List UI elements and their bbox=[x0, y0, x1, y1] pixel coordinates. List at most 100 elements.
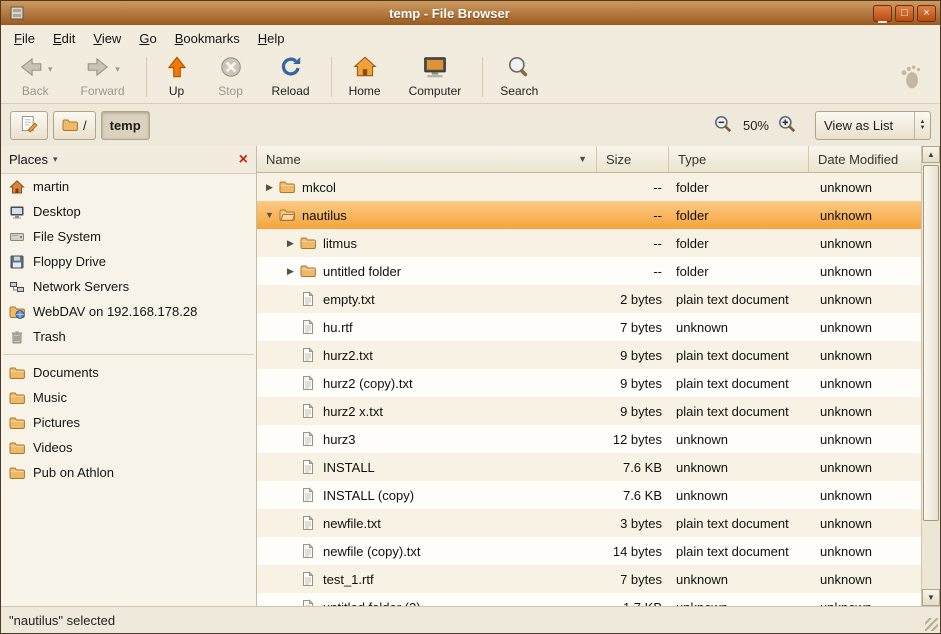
scroll-down-icon[interactable]: ▼ bbox=[922, 589, 940, 606]
menu-item-go[interactable]: Go bbox=[130, 27, 165, 50]
sidebar-item-floppy-drive[interactable]: Floppy Drive bbox=[1, 249, 256, 274]
file-row-nautilus[interactable]: ▼nautilus--folderunknown bbox=[257, 201, 921, 229]
column-header-type[interactable]: Type bbox=[669, 146, 809, 173]
file-row-hurz2-x-txt[interactable]: hurz2 x.txt9 bytesplain text documentunk… bbox=[257, 397, 921, 425]
file-row-newfile-txt[interactable]: newfile.txt3 bytesplain text documentunk… bbox=[257, 509, 921, 537]
forward-dropdown-icon[interactable]: ▾ bbox=[115, 64, 120, 75]
file-row-untitled-folder-2[interactable]: untitled folder (2)1.7 KBunknownunknown bbox=[257, 593, 921, 606]
file-row-empty-txt[interactable]: empty.txt2 bytesplain text documentunkno… bbox=[257, 285, 921, 313]
sidebar-item-videos[interactable]: Videos bbox=[1, 435, 256, 460]
modified-cell: unknown bbox=[809, 537, 921, 565]
expander-icon[interactable]: ▶ bbox=[282, 266, 299, 277]
type-cell: folder bbox=[669, 173, 809, 201]
column-header-label: Name bbox=[266, 152, 301, 167]
reload-button[interactable]: Reload bbox=[263, 54, 319, 100]
column-header-name[interactable]: Name▼ bbox=[257, 146, 597, 173]
file-row-newfile-copy-txt[interactable]: newfile (copy).txt14 bytesplain text doc… bbox=[257, 537, 921, 565]
places-caret-icon[interactable]: ▾ bbox=[53, 154, 58, 165]
menu-item-help[interactable]: Help bbox=[249, 27, 294, 50]
view-mode-select[interactable]: View as List ▲▼ bbox=[815, 111, 931, 140]
sidebar-item-trash[interactable]: Trash bbox=[1, 324, 256, 349]
path-button-root[interactable]: / bbox=[53, 111, 96, 140]
zoom-out-icon[interactable] bbox=[713, 114, 735, 136]
home-button[interactable]: Home bbox=[340, 54, 390, 100]
type-cell: plain text document bbox=[669, 537, 809, 565]
search-button[interactable]: Search bbox=[491, 54, 547, 100]
sidebar-item-documents[interactable]: Documents bbox=[1, 360, 256, 385]
trash-icon bbox=[9, 329, 25, 345]
path-button-temp[interactable]: temp bbox=[101, 111, 150, 140]
type-cell: unknown bbox=[669, 593, 809, 606]
folder-icon bbox=[62, 117, 78, 133]
resize-grip[interactable] bbox=[925, 618, 938, 631]
expander-icon[interactable]: ▶ bbox=[261, 182, 278, 193]
sidebar-item-pub-on-athlon[interactable]: Pub on Athlon bbox=[1, 460, 256, 485]
edit-location-button[interactable] bbox=[10, 111, 48, 140]
file-list: Name▼SizeTypeDate Modified ▶mkcol--folde… bbox=[257, 146, 940, 606]
size-cell: 9 bytes bbox=[597, 397, 669, 425]
folder-open-icon bbox=[279, 207, 295, 223]
sidebar-item-file-system[interactable]: File System bbox=[1, 224, 256, 249]
maximize-button[interactable]: □ bbox=[895, 5, 914, 22]
file-row-hu-rtf[interactable]: hu.rtf7 bytesunknownunknown bbox=[257, 313, 921, 341]
view-mode-stepper-icon[interactable]: ▲▼ bbox=[914, 112, 930, 139]
back-dropdown-icon[interactable]: ▾ bbox=[48, 64, 53, 75]
computer-button[interactable]: Computer bbox=[400, 54, 471, 100]
file-name: mkcol bbox=[302, 180, 336, 195]
menu-item-view[interactable]: View bbox=[84, 27, 130, 50]
file-row-test-1-rtf[interactable]: test_1.rtf7 bytesunknownunknown bbox=[257, 565, 921, 593]
expander-icon[interactable]: ▼ bbox=[261, 210, 278, 220]
sidebar-item-pictures[interactable]: Pictures bbox=[1, 410, 256, 435]
column-header-size[interactable]: Size bbox=[597, 146, 669, 173]
sidebar-item-label: File System bbox=[33, 229, 101, 244]
vertical-scrollbar[interactable]: ▲ ▼ bbox=[921, 146, 940, 606]
back-button[interactable]: ▾ Back bbox=[9, 54, 62, 100]
sidebar-item-music[interactable]: Music bbox=[1, 385, 256, 410]
file-row-hurz3[interactable]: hurz312 bytesunknownunknown bbox=[257, 425, 921, 453]
path-root-label: / bbox=[83, 118, 87, 133]
type-cell: plain text document bbox=[669, 397, 809, 425]
file-row-hurz2-txt[interactable]: hurz2.txt9 bytesplain text documentunkno… bbox=[257, 341, 921, 369]
forward-button[interactable]: ▾ Forward bbox=[72, 54, 134, 100]
stop-button[interactable]: Stop bbox=[209, 54, 253, 100]
file-name: nautilus bbox=[302, 208, 347, 223]
sidebar-item-martin[interactable]: martin bbox=[1, 174, 256, 199]
sidebar-item-desktop[interactable]: Desktop bbox=[1, 199, 256, 224]
titlebar[interactable]: temp - File Browser ▁ □ × bbox=[1, 1, 940, 25]
file-row-install-copy[interactable]: INSTALL (copy)7.6 KBunknownunknown bbox=[257, 481, 921, 509]
file-row-untitled-folder[interactable]: ▶untitled folder--folderunknown bbox=[257, 257, 921, 285]
sidebar-item-network-servers[interactable]: Network Servers bbox=[1, 274, 256, 299]
name-cell: hu.rtf bbox=[257, 313, 597, 341]
expander-icon[interactable]: ▶ bbox=[282, 238, 299, 249]
menu-item-file[interactable]: File bbox=[5, 27, 44, 50]
file-icon bbox=[300, 599, 316, 606]
up-button[interactable]: Up bbox=[155, 54, 199, 100]
file-icon bbox=[300, 319, 316, 335]
type-cell: folder bbox=[669, 257, 809, 285]
places-title[interactable]: Places bbox=[9, 152, 48, 167]
status-bar: "nautilus" selected bbox=[1, 606, 940, 633]
file-row-hurz2-copy-txt[interactable]: hurz2 (copy).txt9 bytesplain text docume… bbox=[257, 369, 921, 397]
sidebar-item-webdav-on-192-168-178-28[interactable]: WebDAV on 192.168.178.28 bbox=[1, 299, 256, 324]
file-row-litmus[interactable]: ▶litmus--folderunknown bbox=[257, 229, 921, 257]
column-header-date-modified[interactable]: Date Modified bbox=[809, 146, 921, 173]
scroll-up-icon[interactable]: ▲ bbox=[922, 146, 940, 163]
file-name: empty.txt bbox=[323, 292, 375, 307]
menu-item-edit[interactable]: Edit bbox=[44, 27, 84, 50]
size-cell: 12 bytes bbox=[597, 425, 669, 453]
status-text: "nautilus" selected bbox=[9, 613, 115, 628]
file-row-install[interactable]: INSTALL7.6 KBunknownunknown bbox=[257, 453, 921, 481]
size-cell: -- bbox=[597, 201, 669, 229]
folder-icon bbox=[9, 415, 25, 431]
zoom-in-icon[interactable] bbox=[777, 114, 799, 136]
window-title: temp - File Browser bbox=[29, 6, 870, 21]
file-row-mkcol[interactable]: ▶mkcol--folderunknown bbox=[257, 173, 921, 201]
scrollbar-thumb[interactable] bbox=[923, 165, 939, 521]
places-close-icon[interactable]: × bbox=[239, 152, 248, 168]
menu-item-bookmarks[interactable]: Bookmarks bbox=[166, 27, 249, 50]
toolbar-separator bbox=[331, 57, 332, 97]
minimize-button[interactable]: ▁ bbox=[873, 5, 892, 22]
size-cell: -- bbox=[597, 257, 669, 285]
home-icon bbox=[352, 54, 378, 85]
close-button[interactable]: × bbox=[917, 5, 936, 22]
